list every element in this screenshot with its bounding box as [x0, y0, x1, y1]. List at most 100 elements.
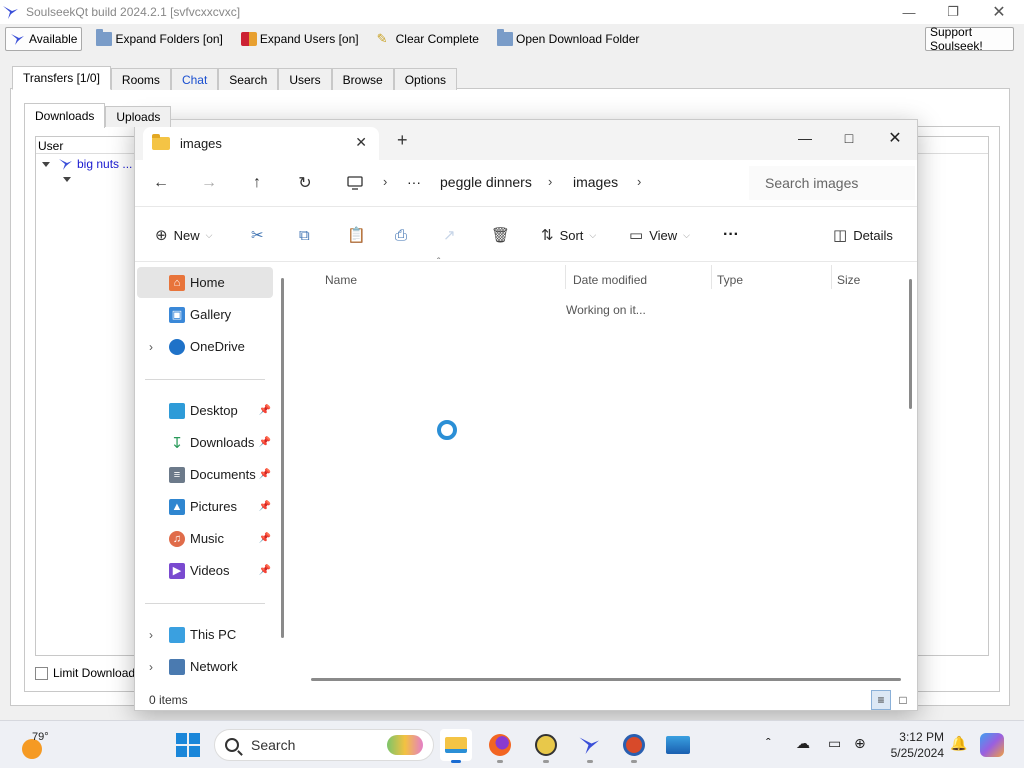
minimize-button[interactable]: —: [886, 0, 932, 24]
photos-taskbar-icon[interactable]: [662, 729, 694, 761]
tab-transfers[interactable]: Transfers [1/0]: [12, 66, 111, 90]
details-view-icon[interactable]: ≡: [871, 690, 891, 710]
sort-button[interactable]: ⇅ Sort ⌵: [541, 225, 596, 245]
taskbar-search[interactable]: Search: [214, 729, 434, 761]
nav-item-network[interactable]: › Network: [137, 651, 273, 682]
restore-button[interactable]: ❐: [930, 0, 976, 24]
up-arrow-icon[interactable]: ↑: [245, 172, 269, 194]
chevron-right-icon[interactable]: ›: [548, 174, 552, 189]
tab-chat[interactable]: Chat: [170, 68, 219, 90]
more-options-button[interactable]: ···: [723, 225, 739, 245]
tab-downloads[interactable]: Downloads: [24, 103, 106, 128]
copilot-icon[interactable]: [980, 733, 1004, 757]
nav-scrollbar[interactable]: [281, 278, 284, 638]
chevron-right-icon[interactable]: ›: [637, 174, 641, 189]
close-tab-icon[interactable]: ✕: [355, 134, 367, 151]
chevron-up-icon[interactable]: ˆ: [766, 735, 771, 751]
forward-arrow-icon[interactable]: →: [197, 172, 221, 194]
rename-button[interactable]: ⎙: [395, 225, 413, 245]
monitor-icon[interactable]: ▭: [828, 735, 841, 752]
details-button[interactable]: ◫ Details: [833, 225, 893, 245]
nav-item-downloads[interactable]: ↧ Downloads 📌: [137, 427, 273, 458]
column-type[interactable]: Type: [717, 273, 743, 287]
tiles-view-icon[interactable]: □: [893, 690, 913, 710]
column-divider[interactable]: [831, 265, 832, 289]
nav-item-this-pc[interactable]: › This PC: [137, 619, 273, 650]
new-tab-button[interactable]: +: [397, 130, 408, 151]
column-name[interactable]: Name: [325, 273, 357, 287]
monitor-icon[interactable]: [343, 172, 367, 194]
nav-label: Network: [190, 659, 238, 674]
nav-item-documents[interactable]: ≡ Documents 📌: [137, 459, 273, 490]
column-size[interactable]: Size: [837, 273, 860, 287]
tab-options[interactable]: Options: [393, 68, 458, 90]
vertical-scrollbar[interactable]: [909, 279, 912, 409]
new-button[interactable]: ⊕ New ⌵: [155, 225, 212, 245]
app-taskbar-icon[interactable]: [618, 729, 650, 763]
clear-complete-button[interactable]: ✎ Clear Complete: [373, 27, 483, 51]
expand-folders-button[interactable]: Expand Folders [on]: [92, 27, 226, 51]
nav-item-pictures[interactable]: ▲ Pictures 📌: [137, 491, 273, 522]
nav-item-home[interactable]: ⌂ Home: [137, 267, 273, 298]
close-button[interactable]: ✕: [875, 124, 915, 152]
soulseek-taskbar-icon[interactable]: [574, 729, 606, 763]
clock[interactable]: 3:12 PM 5/25/2024: [882, 729, 944, 761]
paste-button[interactable]: 📋: [347, 225, 372, 245]
app-taskbar-icon[interactable]: [530, 729, 562, 763]
maximize-button[interactable]: □: [829, 124, 869, 152]
close-button[interactable]: ✕: [976, 0, 1022, 24]
nav-item-desktop[interactable]: Desktop 📌: [137, 395, 273, 426]
weather-widget[interactable]: 79°: [20, 729, 60, 761]
tab-uploads[interactable]: Uploads: [105, 106, 172, 127]
open-download-folder-button[interactable]: Open Download Folder: [493, 27, 643, 51]
tab-search[interactable]: Search: [218, 68, 279, 90]
nav-item-music[interactable]: ♫ Music 📌: [137, 523, 273, 554]
bell-icon[interactable]: 🔔: [950, 735, 967, 752]
nav-item-gallery[interactable]: ▣ Gallery: [137, 299, 273, 330]
view-button[interactable]: ▭ View ⌵: [629, 225, 690, 245]
column-divider[interactable]: [711, 265, 712, 289]
column-divider[interactable]: [565, 265, 566, 289]
copy-button[interactable]: ⧉: [299, 225, 316, 245]
expand-arrow-icon[interactable]: [63, 177, 71, 182]
minimize-button[interactable]: —: [785, 124, 825, 152]
horizontal-scrollbar[interactable]: [311, 678, 901, 681]
limit-download-checkbox[interactable]: [35, 666, 48, 680]
nav-item-onedrive[interactable]: › OneDrive: [137, 331, 273, 362]
file-list-pane: ˆ Name Date modified Type Size Working o…: [291, 257, 917, 688]
available-button[interactable]: Available: [5, 27, 83, 51]
expand-arrow-icon[interactable]: [42, 161, 50, 167]
firefox-taskbar-icon[interactable]: [484, 729, 516, 763]
expand-users-button[interactable]: Expand Users [on]: [237, 27, 363, 51]
support-soulseek-button[interactable]: Support Soulseek!: [925, 25, 1014, 53]
breadcrumb-images[interactable]: images: [573, 174, 618, 190]
network-status-icon[interactable]: ⊕: [854, 735, 866, 752]
share-button[interactable]: ↗: [443, 225, 462, 245]
nav-item-videos[interactable]: ▶ Videos 📌: [137, 555, 273, 586]
file-explorer-taskbar-icon[interactable]: [440, 729, 472, 763]
search-input[interactable]: Search images: [749, 166, 915, 200]
chevron-right-icon[interactable]: ›: [149, 660, 153, 674]
tab-rooms[interactable]: Rooms: [110, 68, 171, 90]
gallery-icon: ▣: [169, 306, 185, 323]
delete-button[interactable]: 🗑: [491, 225, 516, 245]
windows-start-icon[interactable]: [176, 733, 200, 757]
chevron-right-icon[interactable]: ›: [383, 174, 387, 189]
refresh-icon[interactable]: ↻: [293, 172, 317, 194]
tab-users[interactable]: Users: [278, 68, 332, 90]
computer-icon: [169, 626, 185, 643]
pin-icon: 📌: [258, 405, 271, 416]
loading-status-text: Working on it...: [566, 303, 646, 317]
back-arrow-icon[interactable]: ←: [149, 172, 173, 194]
breadcrumb-peggle-dinners[interactable]: peggle dinners: [440, 174, 532, 190]
cut-button[interactable]: ✂: [251, 225, 270, 245]
column-date-modified[interactable]: Date modified: [573, 273, 647, 287]
chevron-right-icon[interactable]: ›: [149, 628, 153, 642]
breadcrumb-more[interactable]: ···: [407, 174, 421, 190]
tree-user-row[interactable]: big nuts ...: [42, 157, 132, 171]
explorer-tab[interactable]: images ✕: [143, 127, 379, 160]
chevron-right-icon[interactable]: ›: [149, 340, 153, 354]
cloud-offline-icon[interactable]: ☁: [796, 735, 810, 752]
tab-browse[interactable]: Browse: [331, 68, 394, 90]
limit-download-row[interactable]: Limit Download S: [35, 666, 146, 680]
